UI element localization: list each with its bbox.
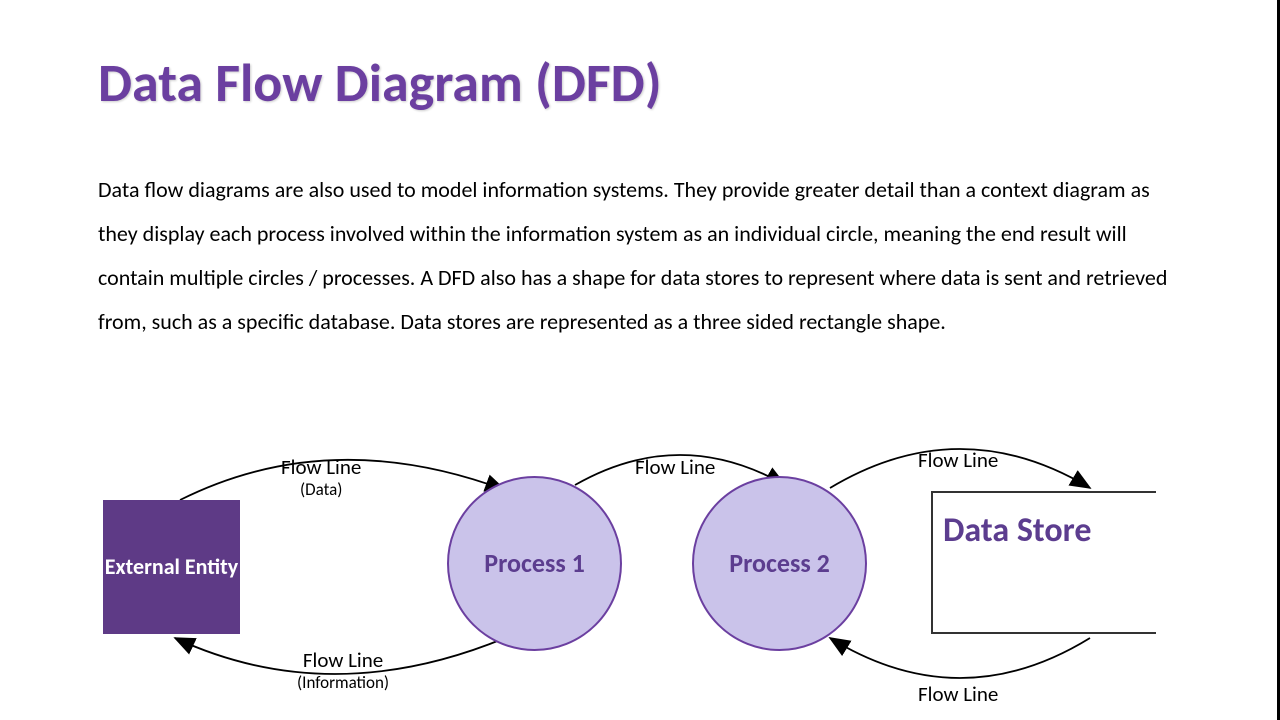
dfd-diagram: External Entity Process 1 Process 2 Data… (0, 430, 1280, 720)
external-entity-box: External Entity (103, 500, 240, 634)
flow-label-main: Flow Line (281, 455, 361, 480)
flow-label-main: Flow Line (918, 682, 998, 707)
flow-label-main: Flow Line (297, 648, 389, 673)
flow-label-top-right: Flow Line (918, 448, 998, 473)
process-1-circle: Process 1 (447, 476, 622, 651)
process-2-label: Process 2 (729, 548, 830, 579)
data-store-box: Data Store (931, 491, 1156, 634)
external-entity-label: External Entity (105, 553, 238, 582)
page: Data Flow Diagram (DFD) Data flow diagra… (0, 0, 1280, 720)
flow-label-top-mid: Flow Line (635, 455, 715, 480)
flow-label-bottom-left: Flow Line (Information) (297, 648, 389, 694)
description-text: Data flow diagrams are also used to mode… (98, 168, 1183, 344)
flow-label-sub: (Information) (297, 673, 389, 693)
flow-label-bottom-right: Flow Line (918, 682, 998, 707)
process-2-circle: Process 2 (692, 476, 867, 651)
flow-label-top-left: Flow Line (Data) (281, 455, 361, 501)
page-title: Data Flow Diagram (DFD) (98, 50, 662, 116)
process-1-label: Process 1 (484, 548, 585, 579)
data-store-label: Data Store (943, 510, 1091, 551)
flow-label-main: Flow Line (918, 448, 998, 473)
flow-label-main: Flow Line (635, 455, 715, 480)
flow-label-sub: (Data) (281, 480, 361, 500)
